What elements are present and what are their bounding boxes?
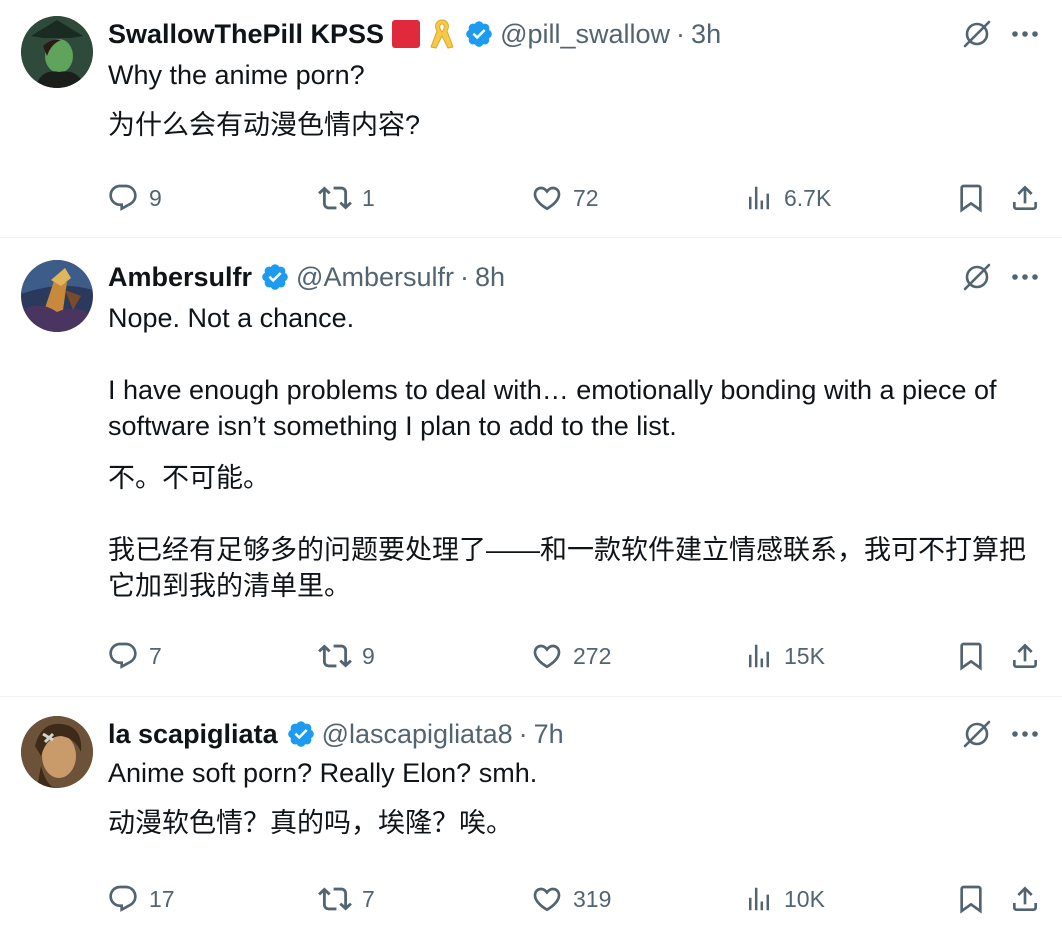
verified-badge-icon: [260, 262, 290, 292]
action-bar: 7 9 272 15K: [0, 636, 1062, 676]
like-count: 319: [573, 885, 612, 912]
views-button[interactable]: 6.7K: [744, 178, 831, 218]
tweet-text: Anime soft porn? Really Elon? smh. 动漫软色情…: [108, 755, 1048, 841]
share-icon: [1009, 640, 1041, 672]
reply-count: 9: [149, 184, 162, 211]
retweet-count: 9: [362, 642, 375, 669]
grok-icon[interactable]: [960, 717, 994, 751]
views-button[interactable]: 10K: [744, 879, 825, 919]
bookmark-icon: [955, 640, 987, 672]
action-bar: 17 7 319 10K: [0, 879, 1062, 919]
retweet-icon: [318, 882, 352, 916]
more-icon[interactable]: [1008, 17, 1042, 51]
view-count: 15K: [784, 642, 825, 669]
like-button[interactable]: 272: [531, 636, 611, 676]
avatar[interactable]: [21, 260, 93, 332]
bookmark-icon: [955, 182, 987, 214]
retweet-button[interactable]: 7: [318, 879, 375, 919]
retweet-count: 7: [362, 885, 375, 912]
reply-button[interactable]: 9: [107, 178, 162, 218]
views-icon: [744, 640, 774, 672]
heart-icon: [531, 883, 563, 915]
retweet-button[interactable]: 1: [318, 178, 375, 218]
grok-icon[interactable]: [960, 260, 994, 294]
view-count: 6.7K: [784, 184, 832, 211]
retweet-button[interactable]: 9: [318, 636, 375, 676]
tweet-paragraph: 我已经有足够多的问题要处理了——和一款软件建立情感联系，我可不打算把它加到我的清…: [108, 535, 1026, 601]
share-button[interactable]: [1009, 636, 1041, 676]
reply-count: 7: [149, 642, 162, 669]
display-name[interactable]: la scapigliata: [108, 719, 278, 750]
bookmark-icon: [955, 883, 987, 915]
reply-button[interactable]: 17: [107, 879, 175, 919]
reply-button[interactable]: 7: [107, 636, 162, 676]
reply-count: 17: [149, 885, 175, 912]
tweet-header: Ambersulfr @Ambersulfr · 8h: [108, 257, 505, 297]
avatar[interactable]: [21, 16, 93, 88]
tweet-paragraph: 不。不可能。: [108, 463, 270, 493]
reply-icon: [107, 883, 139, 915]
avatar[interactable]: [21, 716, 93, 788]
verified-badge-icon: [464, 19, 494, 49]
tweet-paragraph: Nope. Not a chance.: [108, 303, 355, 333]
retweet-icon: [318, 639, 352, 673]
tweet-text: Nope. Not a chance. I have enough proble…: [108, 300, 1048, 604]
retweet-icon: [318, 181, 352, 215]
tweet-paragraph: Why the anime porn?: [108, 60, 365, 90]
tweet-header: SwallowThePill KPSS @pill_swallow · 3h: [108, 14, 721, 54]
separator: ·: [676, 18, 686, 49]
verified-badge-icon: [286, 719, 316, 749]
views-icon: [744, 883, 774, 915]
like-button[interactable]: 319: [531, 879, 611, 919]
share-icon: [1009, 883, 1041, 915]
reply-icon: [107, 640, 139, 672]
retweet-count: 1: [362, 184, 375, 211]
heart-icon: [531, 182, 563, 214]
like-count: 72: [573, 184, 599, 211]
separator: ·: [459, 261, 469, 292]
username[interactable]: @lascapigliata8: [322, 719, 513, 750]
like-count: 272: [573, 642, 612, 669]
bookmark-button[interactable]: [955, 636, 987, 676]
views-icon: [744, 182, 774, 214]
tweet-paragraph: 为什么会有动漫色情内容?: [108, 110, 421, 140]
username[interactable]: @pill_swallow: [500, 19, 670, 50]
timestamp[interactable]: 3h: [691, 19, 721, 50]
tweet-paragraph: Anime soft porn? Really Elon? smh.: [108, 758, 538, 788]
share-icon: [1009, 182, 1041, 214]
action-bar: 9 1 72 6.7K: [0, 178, 1062, 218]
bookmark-button[interactable]: [955, 879, 987, 919]
tweet-header: la scapigliata @lascapigliata8 · 7h: [108, 714, 564, 754]
tweet[interactable]: SwallowThePill KPSS @pill_swallow · 3h W…: [0, 0, 1062, 238]
tweet[interactable]: la scapigliata @lascapigliata8 · 7h Anim…: [0, 697, 1062, 940]
timestamp[interactable]: 7h: [534, 719, 564, 750]
more-icon[interactable]: [1008, 717, 1042, 751]
views-button[interactable]: 15K: [744, 636, 825, 676]
red-square-emoji: [390, 18, 422, 50]
like-button[interactable]: 72: [531, 178, 599, 218]
timestamp[interactable]: 8h: [475, 262, 505, 293]
view-count: 10K: [784, 885, 825, 912]
tweet-paragraph: 动漫软色情？真的吗，埃隆？唉。: [108, 808, 513, 838]
share-button[interactable]: [1009, 879, 1041, 919]
username[interactable]: @Ambersulfr: [296, 262, 454, 293]
bookmark-button[interactable]: [955, 178, 987, 218]
separator: ·: [518, 718, 528, 749]
tweet-text: Why the anime porn? 为什么会有动漫色情内容?: [108, 57, 1048, 143]
display-name[interactable]: SwallowThePill KPSS: [108, 19, 384, 50]
yellow-ribbon-emoji: [428, 17, 456, 51]
display-name[interactable]: Ambersulfr: [108, 262, 252, 293]
heart-icon: [531, 640, 563, 672]
tweet[interactable]: Ambersulfr @Ambersulfr · 8h Nope. Not a …: [0, 238, 1062, 697]
reply-icon: [107, 182, 139, 214]
more-icon[interactable]: [1008, 260, 1042, 294]
share-button[interactable]: [1009, 178, 1041, 218]
grok-icon[interactable]: [960, 17, 994, 51]
tweet-paragraph: I have enough problems to deal with… emo…: [108, 375, 997, 441]
